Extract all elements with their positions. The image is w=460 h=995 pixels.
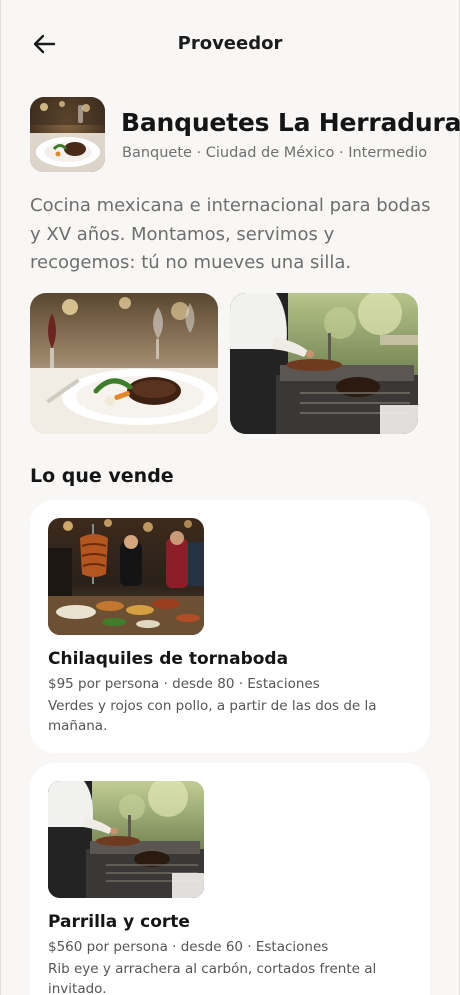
left-edge: [0, 0, 1, 995]
product-description: Rib eye y arrachera al carbón, cortados …: [48, 961, 377, 995]
product-image-parrilla: [48, 781, 204, 898]
product-meta: $95 por persona · desde 80 · Estaciones: [48, 676, 320, 692]
gallery-image-steak-dinner[interactable]: [30, 293, 218, 434]
product-card[interactable]: Chilaquiles de tornaboda $95 por persona…: [30, 500, 430, 753]
section-title-products: Lo que vende: [30, 465, 174, 487]
vendor-meta: Banquete · Ciudad de México · Intermedio: [122, 145, 428, 161]
product-name: Parrilla y corte: [48, 912, 190, 932]
product-description: Verdes y rojos con pollo, a partir de la…: [48, 698, 377, 734]
product-name: Chilaquiles de tornaboda: [48, 649, 289, 669]
gallery-image-grill[interactable]: [230, 293, 418, 434]
product-card[interactable]: Parrilla y corte $560 por persona · desd…: [30, 763, 430, 995]
vendor-description: Cocina mexicana e internacional para bod…: [30, 195, 431, 273]
product-meta: $560 por persona · desde 60 · Estaciones: [48, 939, 329, 955]
product-image-chilaquiles: [48, 518, 204, 635]
vendor-thumbnail: [30, 97, 105, 172]
page-title: Proveedor: [177, 33, 283, 54]
top-bar: Proveedor: [0, 0, 460, 90]
vendor-name: Banquetes La Herradura: [121, 108, 460, 137]
